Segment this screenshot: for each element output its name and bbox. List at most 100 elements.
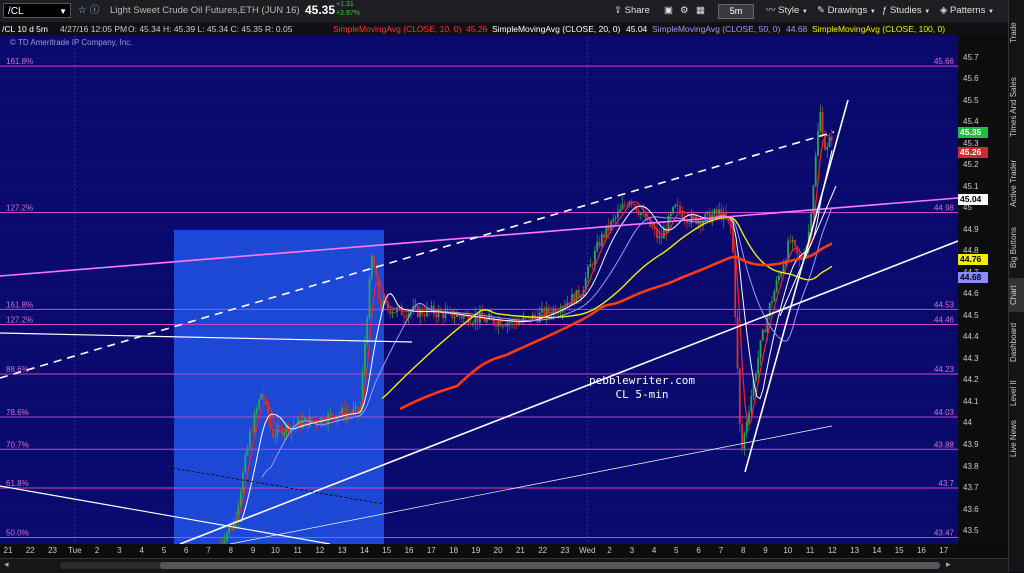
sidebar-tab-active-trader[interactable]: Active Trader (1009, 148, 1024, 218)
candle-body (283, 431, 286, 436)
chart-canvas[interactable]: 161.8% 45.66 127.2% 44.98 161.8% 44.53 127.2% 4… (0, 36, 958, 544)
fib-price-label: 45.66 (934, 57, 955, 66)
candle-body (614, 217, 617, 219)
sma100-label[interactable]: SimpleMovingAvg (CLOSE, 100, 0) (812, 22, 945, 36)
scrollbar-track[interactable] (60, 562, 940, 569)
sidebar-tab-chart[interactable]: Chart (1009, 278, 1024, 312)
sidebar-tab-dashboard[interactable]: Dashboard (1009, 316, 1024, 368)
candle-body (354, 406, 357, 409)
layout-icon[interactable]: ▦ (696, 4, 705, 18)
sma10-label[interactable]: SimpleMovingAvg (CLOSE, 10, 0) (333, 22, 461, 36)
candle-body (571, 294, 573, 306)
candle-body (504, 325, 507, 327)
sidebar-tab-times-and-sales[interactable]: Times And Sales (1009, 70, 1024, 144)
candle-body (612, 218, 615, 222)
price-tick: 45.4 (963, 117, 979, 127)
candle-body (226, 533, 228, 541)
symbol-input[interactable]: /CL ▼ (3, 3, 71, 18)
candle-body (642, 211, 645, 213)
scroll-right-icon[interactable]: ▸ (946, 559, 951, 570)
candle-body (548, 307, 550, 314)
price-chart[interactable]: 161.8% 45.66 127.2% 44.98 161.8% 44.53 127.2% 4… (0, 36, 958, 544)
candle-body (736, 317, 739, 369)
chevron-down-icon[interactable]: ▼ (59, 4, 67, 19)
time-tick: 13 (850, 546, 860, 555)
time-tick: 9 (763, 546, 768, 555)
candle-body (821, 111, 824, 137)
sidebar-tab-live-news[interactable]: Live News (1009, 418, 1024, 460)
candle-body (469, 323, 472, 325)
candle-body (506, 322, 509, 327)
gear-icon[interactable]: ⚙ (680, 4, 689, 18)
time-tick: 8 (740, 546, 746, 555)
annotation-line-1: pebblewriter.com (589, 374, 695, 387)
candle-body (278, 425, 281, 428)
time-tick: 13 (337, 546, 347, 555)
candle-body (718, 209, 720, 214)
candle-body (633, 204, 635, 206)
candle-body (343, 408, 346, 418)
price-tick: 44.9 (963, 224, 979, 234)
sidebar-tab-level-ii[interactable]: Level II (1009, 372, 1024, 414)
patterns-icon: ◈ (940, 5, 948, 16)
candle-body (341, 408, 343, 415)
time-axis[interactable]: 21 22 23 Tue 2 3 4 5 6 7 8 9 10 11 12 13 14 15 16 17 18 19 20 2… (0, 544, 958, 558)
sma50-label[interactable]: SimpleMovingAvg (CLOSE, 50, 0) (652, 22, 780, 36)
studies-button[interactable]: ƒ Studies ▼ (882, 4, 930, 18)
favorite-icon[interactable]: ☆ (78, 4, 87, 18)
candle-body (391, 312, 394, 314)
screenshot-icon[interactable]: ▣ (664, 4, 673, 18)
candle-body (589, 264, 592, 267)
candle-body (393, 312, 396, 313)
time-tick: 22 (538, 546, 548, 555)
bottom-scrollbar[interactable]: ◂ ▸ (0, 558, 1008, 573)
sma20-label[interactable]: SimpleMovingAvg (CLOSE, 20, 0) (492, 22, 620, 36)
share-button[interactable]: ⇪ Share (614, 4, 650, 18)
price-tick: 44.5 (963, 310, 979, 320)
candle-body (253, 413, 256, 432)
candle-body (223, 540, 226, 542)
candle-body (626, 205, 628, 207)
time-tick: 8 (228, 546, 234, 555)
chevron-down-icon: ▼ (924, 9, 931, 15)
candle-body (791, 239, 794, 242)
price-axis[interactable]: 45.7 45.6 45.5 45.4 45.3 45.2 45.1 45 44.9 44.8 44… (958, 36, 1008, 544)
highlight-box (174, 230, 384, 544)
candle-body (262, 393, 265, 400)
candle-body (502, 325, 504, 327)
ohlc-values: O: 45.34 H: 45.39 L: 45.34 C: 45.35 R: 0… (128, 24, 293, 34)
fib-pct-label: 78.6% (6, 408, 29, 417)
candle-body (771, 301, 773, 304)
scrollbar-thumb[interactable] (160, 562, 940, 569)
info-icon[interactable]: ⓘ (90, 4, 100, 18)
candle-body (368, 278, 371, 319)
candle-body (715, 209, 718, 214)
candle-body (766, 316, 769, 333)
time-tick: 16 (404, 546, 414, 555)
candle-body (637, 210, 640, 216)
time-tick: 6 (183, 546, 189, 555)
fib-pct-label: 50.0% (6, 529, 29, 538)
time-tick: 4 (139, 546, 144, 555)
patterns-button[interactable]: ◈ Patterns ▼ (940, 4, 994, 18)
timeframe-selector[interactable]: 5m (718, 4, 754, 19)
drawings-button[interactable]: ✎ Drawings ▼ (817, 4, 876, 18)
fib-price-label: 44.53 (934, 300, 955, 309)
fib-pct-label: 127.2% (6, 204, 33, 213)
candle-body (304, 418, 306, 421)
candle-body (446, 309, 449, 311)
price-tick: 43.6 (963, 504, 979, 514)
candle-body (490, 314, 493, 318)
style-button[interactable]: 〰 Style ▼ (766, 4, 808, 18)
price-tick: 43.9 (963, 439, 979, 449)
candle-body (239, 491, 242, 506)
sidebar-tab-big-buttons[interactable]: Big Buttons (1009, 222, 1024, 274)
price-flag: 45.26 (958, 146, 988, 158)
symbol-value: /CL (8, 6, 24, 17)
time-tick: Wed (579, 546, 596, 555)
scroll-left-icon[interactable]: ◂ (4, 559, 9, 570)
time-tick: 12 (315, 546, 325, 555)
sidebar-tab-trade[interactable]: Trade (1009, 8, 1024, 58)
fib-price-label: 43.88 (934, 440, 955, 449)
candle-body (272, 428, 274, 438)
